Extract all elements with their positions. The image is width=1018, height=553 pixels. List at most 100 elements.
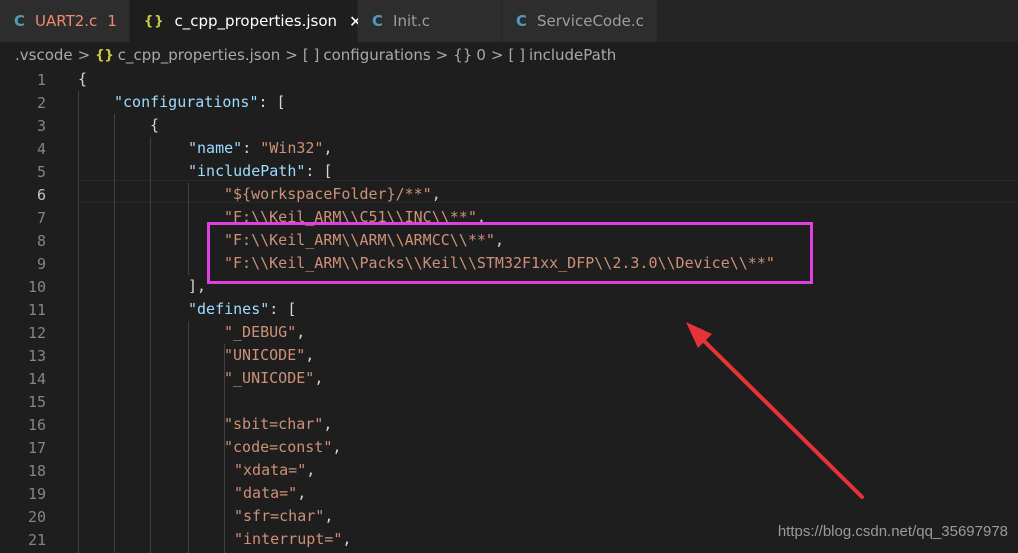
json-punctuation: , bbox=[431, 185, 441, 203]
json-string: "xdata=" bbox=[234, 461, 307, 479]
breadcrumb-index[interactable]: 0 bbox=[476, 46, 486, 64]
code-text: "xdata=", bbox=[234, 459, 315, 482]
code-line[interactable]: 2 "configurations": [ bbox=[0, 91, 1018, 114]
code-line[interactable]: 12 "_DEBUG", bbox=[0, 321, 1018, 344]
json-string: "_UNICODE" bbox=[224, 369, 315, 387]
breadcrumb-configurations[interactable]: configurations bbox=[323, 46, 430, 64]
json-key: "configurations" bbox=[114, 93, 259, 111]
c-file-icon: C bbox=[372, 12, 384, 30]
json-punctuation: , bbox=[323, 139, 333, 157]
code-text: "${workspaceFolder}/**", bbox=[224, 183, 441, 206]
code-editor[interactable]: 1{2 "configurations": [3{4 "name": "Win32"… bbox=[0, 68, 1018, 553]
json-string: "data=" bbox=[234, 484, 298, 502]
code-text: { bbox=[78, 68, 87, 91]
annotation-highlight-box bbox=[207, 222, 813, 284]
json-string: "sbit=char" bbox=[224, 415, 324, 433]
code-line[interactable]: 18 "xdata=", bbox=[0, 459, 1018, 482]
chevron-right-icon: > bbox=[285, 46, 298, 64]
code-text: "configurations": [ bbox=[114, 91, 286, 114]
line-number: 5 bbox=[36, 162, 46, 181]
code-text: "_UNICODE", bbox=[224, 367, 323, 390]
json-punctuation: , bbox=[297, 484, 307, 502]
json-punctuation: , bbox=[314, 369, 324, 387]
code-text: "includePath": [ bbox=[188, 160, 333, 183]
chevron-right-icon: > bbox=[490, 46, 504, 64]
code-text: "sfr=char", bbox=[234, 505, 333, 528]
json-file-icon: {} bbox=[95, 47, 114, 63]
chevron-right-icon: > bbox=[435, 46, 449, 64]
line-number: 12 bbox=[27, 323, 46, 342]
json-punctuation: , bbox=[324, 507, 334, 525]
code-line[interactable]: 13 "UNICODE", bbox=[0, 344, 1018, 367]
code-text: "defines": [ bbox=[188, 298, 296, 321]
line-number: 11 bbox=[27, 300, 46, 319]
code-line[interactable]: 3{ bbox=[0, 114, 1018, 137]
json-key: "defines" bbox=[188, 300, 270, 318]
code-line[interactable]: 5 "includePath": [ bbox=[0, 160, 1018, 183]
code-line[interactable]: 14 "_UNICODE", bbox=[0, 367, 1018, 390]
json-punctuation: { bbox=[78, 70, 88, 88]
json-punctuation: , bbox=[332, 438, 342, 456]
line-number: 16 bbox=[27, 415, 46, 434]
json-punctuation: , bbox=[296, 323, 306, 341]
object-icon: {} bbox=[453, 46, 473, 64]
json-string: "Win32" bbox=[260, 139, 324, 157]
line-number: 9 bbox=[36, 254, 46, 273]
array-icon: [ ] bbox=[302, 46, 320, 64]
line-number: 19 bbox=[27, 484, 46, 503]
code-text: ], bbox=[188, 275, 206, 298]
c-file-icon: C bbox=[516, 12, 528, 30]
code-text: "UNICODE", bbox=[224, 344, 314, 367]
chevron-right-icon: > bbox=[77, 46, 91, 64]
json-string: "${workspaceFolder}/**" bbox=[224, 185, 432, 203]
tab-servicecode-c[interactable]: C ServiceCode.c bbox=[502, 0, 658, 42]
code-line[interactable]: 17 "code=const", bbox=[0, 436, 1018, 459]
line-number: 20 bbox=[27, 507, 46, 526]
editor-tab-bar: C UART2.c 1 {} c_cpp_properties.json ✕ C… bbox=[0, 0, 1018, 42]
json-punctuation: , bbox=[342, 530, 352, 548]
breadcrumb-file[interactable]: c_cpp_properties.json bbox=[118, 46, 281, 64]
tab-c-cpp-properties-json[interactable]: {} c_cpp_properties.json ✕ bbox=[130, 0, 362, 42]
line-number: 7 bbox=[36, 208, 46, 227]
tab-uart2-c[interactable]: C UART2.c 1 bbox=[0, 0, 130, 42]
breadcrumb-folder[interactable]: .vscode bbox=[15, 46, 73, 64]
code-text: "_DEBUG", bbox=[224, 321, 305, 344]
json-punctuation: , bbox=[305, 346, 315, 364]
code-line[interactable]: 11 "defines": [ bbox=[0, 298, 1018, 321]
line-number: 17 bbox=[27, 438, 46, 457]
tab-label: UART2.c bbox=[35, 12, 98, 30]
code-line[interactable]: 1{ bbox=[0, 68, 1018, 91]
json-string: "UNICODE" bbox=[224, 346, 306, 364]
json-punctuation: : bbox=[242, 139, 261, 157]
line-number: 21 bbox=[27, 530, 46, 549]
json-punctuation: : [ bbox=[305, 162, 333, 180]
code-line[interactable]: 16 "sbit=char", bbox=[0, 413, 1018, 436]
code-text: { bbox=[150, 114, 159, 137]
json-punctuation: , bbox=[323, 415, 333, 433]
tab-init-c[interactable]: C Init.c bbox=[358, 0, 502, 42]
breadcrumb-includepath[interactable]: includePath bbox=[529, 46, 616, 64]
code-line[interactable]: 15 bbox=[0, 390, 1018, 413]
json-punctuation: : [ bbox=[258, 93, 286, 111]
breadcrumb: .vscode > {} c_cpp_properties.json > [ ]… bbox=[0, 42, 1018, 68]
json-key: "name" bbox=[188, 139, 243, 157]
c-file-icon: C bbox=[14, 12, 26, 30]
line-number: 10 bbox=[27, 277, 46, 296]
tab-label: c_cpp_properties.json bbox=[174, 12, 338, 30]
line-number: 15 bbox=[27, 392, 46, 411]
code-line[interactable]: 19 "data=", bbox=[0, 482, 1018, 505]
json-string: "_DEBUG" bbox=[224, 323, 297, 341]
tab-label: Init.c bbox=[393, 12, 431, 30]
line-number: 14 bbox=[27, 369, 46, 388]
line-number: 4 bbox=[36, 139, 46, 158]
json-key: "includePath" bbox=[188, 162, 306, 180]
line-number: 3 bbox=[36, 116, 46, 135]
code-line[interactable]: 6 "${workspaceFolder}/**", bbox=[0, 183, 1018, 206]
code-text: "name": "Win32", bbox=[188, 137, 333, 160]
json-punctuation: ], bbox=[188, 277, 207, 295]
problem-count-badge: 1 bbox=[107, 12, 117, 30]
code-text: "data=", bbox=[234, 482, 306, 505]
code-line[interactable]: 4 "name": "Win32", bbox=[0, 137, 1018, 160]
line-number: 1 bbox=[36, 70, 46, 89]
json-string: "sfr=char" bbox=[234, 507, 325, 525]
